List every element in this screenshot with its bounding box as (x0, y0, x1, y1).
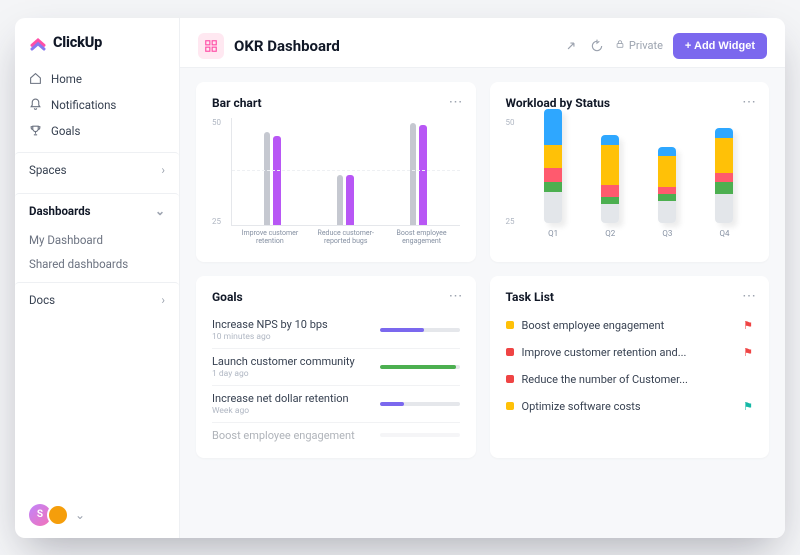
chevron-down-icon: ⌄ (155, 204, 165, 218)
widget-grid: ⋯ Bar chart 50 25 Improve customer reten… (180, 68, 785, 538)
main: OKR Dashboard Private + Add Widget ⋯ Bar… (180, 18, 785, 538)
goal-timestamp: 10 minutes ago (212, 332, 380, 342)
card-bar-chart: ⋯ Bar chart 50 25 Improve customer reten… (196, 82, 476, 262)
goal-row[interactable]: Increase NPS by 10 bps10 minutes ago (212, 312, 460, 349)
more-icon[interactable]: ⋯ (742, 94, 757, 110)
more-icon[interactable]: ⋯ (449, 288, 464, 304)
task-row[interactable]: Improve customer retention and... ⚑ (506, 339, 754, 366)
task-name: Optimize software costs (522, 400, 736, 413)
flag-icon[interactable]: ⚑ (743, 400, 753, 413)
stack-column: Q2 (601, 135, 619, 237)
goal-row[interactable]: Launch customer community1 day ago (212, 349, 460, 386)
goal-progress (380, 433, 460, 437)
sidebar: ClickUp Home Notifications Goals (15, 18, 180, 538)
flag-icon[interactable]: ⚑ (743, 319, 753, 332)
bell-icon (29, 98, 43, 111)
goal-name: Launch customer community (212, 355, 380, 368)
status-dot (506, 348, 514, 356)
sidebar-footer: S ⌄ (15, 492, 179, 538)
sidebar-item-shared-dashboards[interactable]: Shared dashboards (15, 252, 179, 276)
card-title: Bar chart (212, 96, 460, 110)
card-title: Workload by Status (506, 96, 754, 110)
task-name: Reduce the number of Customer... (522, 373, 736, 386)
goal-timestamp: 1 day ago (212, 369, 380, 379)
flag-icon[interactable]: ⚑ (743, 373, 753, 386)
card-goals: ⋯ Goals Increase NPS by 10 bps10 minutes… (196, 276, 476, 458)
goal-timestamp: Week ago (212, 406, 380, 416)
goal-progress (380, 365, 460, 369)
topbar: OKR Dashboard Private + Add Widget (180, 18, 785, 68)
home-icon (29, 72, 43, 85)
flag-icon[interactable]: ⚑ (743, 346, 753, 359)
nav-goals[interactable]: Goals (15, 118, 179, 144)
stack-column: Q3 (658, 147, 676, 238)
card-title: Task List (506, 290, 754, 304)
trophy-icon (29, 124, 43, 137)
more-icon[interactable]: ⋯ (449, 94, 464, 110)
card-task-list: ⋯ Task List Boost employee engagement⚑Im… (490, 276, 770, 458)
task-name: Improve customer retention and... (522, 346, 736, 359)
bar-column (311, 175, 381, 225)
status-dot (506, 402, 514, 410)
goal-name: Increase NPS by 10 bps (212, 318, 380, 331)
status-dot (506, 375, 514, 383)
y-axis: 50 25 (506, 118, 515, 248)
stack-column: Q4 (715, 128, 733, 237)
brand-name: ClickUp (53, 34, 102, 51)
task-row[interactable]: Reduce the number of Customer... ⚑ (506, 366, 754, 393)
card-title: Goals (212, 290, 460, 304)
bar-chart: 50 25 Improve customer retentionReduce c… (212, 118, 460, 248)
section-spaces[interactable]: Spaces › (15, 152, 179, 187)
nav-notifications[interactable]: Notifications (15, 92, 179, 118)
chevron-down-icon[interactable]: ⌄ (75, 508, 85, 522)
stacked-chart: 50 25 Q1Q2Q3Q4 (506, 118, 754, 248)
bar-column (384, 123, 454, 225)
refresh-icon[interactable] (589, 38, 605, 54)
goal-name: Boost employee engagement (212, 429, 380, 442)
more-icon[interactable]: ⋯ (742, 288, 757, 304)
expand-icon[interactable] (563, 38, 579, 54)
status-dot (506, 321, 514, 329)
page-title: OKR Dashboard (234, 37, 553, 55)
add-widget-button[interactable]: + Add Widget (673, 33, 767, 59)
goal-row[interactable]: Boost employee engagement (212, 423, 460, 448)
nav-home[interactable]: Home (15, 66, 179, 92)
app-window: ClickUp Home Notifications Goals (15, 18, 785, 538)
chevron-right-icon: › (161, 293, 165, 307)
task-row[interactable]: Optimize software costs ⚑ (506, 393, 754, 420)
clickup-logo-icon (29, 34, 47, 52)
chevron-right-icon: › (161, 163, 165, 177)
y-axis: 50 25 (212, 118, 221, 248)
bar-column (238, 132, 308, 225)
section-docs[interactable]: Docs › (15, 282, 179, 317)
card-workload: ⋯ Workload by Status 50 25 Q1 Q2 Q3 Q4 (490, 82, 770, 262)
goal-name: Increase net dollar retention (212, 392, 380, 405)
dashboard-icon (198, 33, 224, 59)
logo[interactable]: ClickUp (15, 18, 179, 64)
sidebar-item-my-dashboard[interactable]: My Dashboard (15, 228, 179, 252)
task-name: Boost employee engagement (522, 319, 736, 332)
user-avatar-2[interactable] (47, 504, 69, 526)
goal-progress (380, 328, 460, 332)
privacy-indicator[interactable]: Private (615, 39, 663, 52)
nav-main: Home Notifications Goals (15, 64, 179, 146)
goal-row[interactable]: Increase net dollar retentionWeek ago (212, 386, 460, 423)
section-dashboards[interactable]: Dashboards ⌄ (15, 193, 179, 228)
task-row[interactable]: Boost employee engagement ⚑ (506, 312, 754, 339)
stack-column: Q1 (544, 109, 562, 237)
lock-icon (615, 39, 625, 52)
goal-progress (380, 402, 460, 406)
